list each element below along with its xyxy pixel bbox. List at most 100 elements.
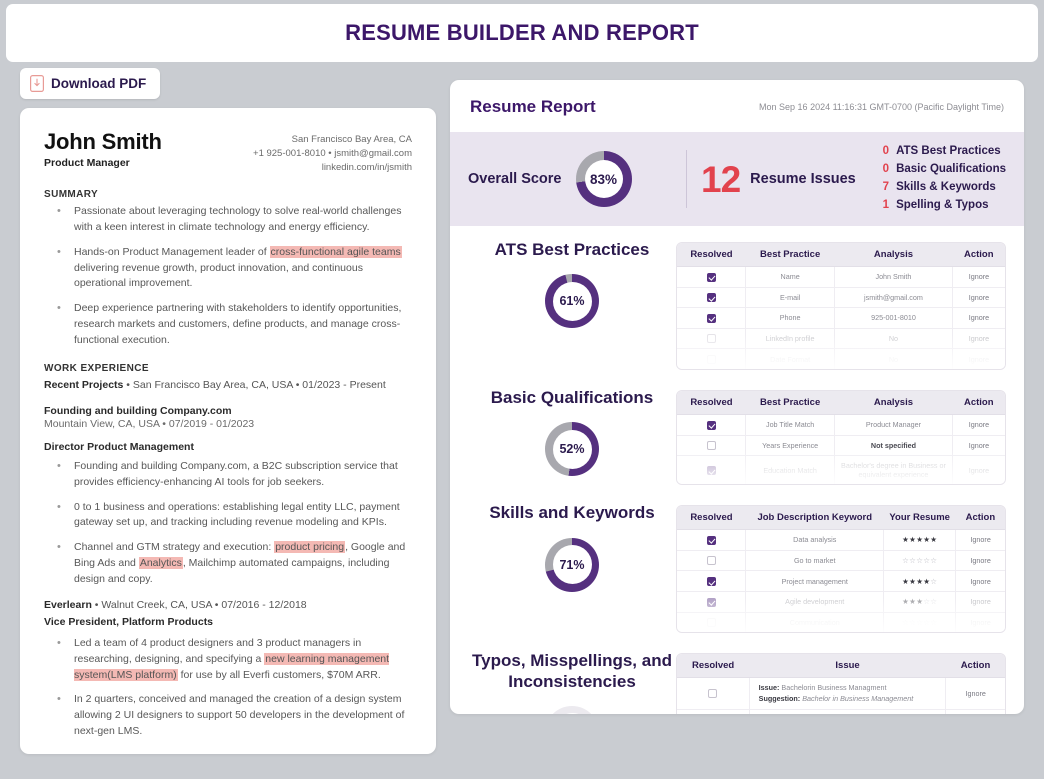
resume-header: John Smith Product Manager San Francisco… [44,130,412,174]
report-section: Basic Qualifications 52% Resolved Best Prac… [450,374,1024,489]
ignore-action[interactable]: Ignore [952,328,1005,350]
score-value: 71% [559,557,585,572]
resolved-checkbox[interactable] [706,420,716,430]
resolved-checkbox[interactable] [706,354,716,364]
table-row: Name John Smith Ignore [677,266,1005,288]
keyword-cell: Agile development [745,591,885,613]
resolved-cell[interactable] [677,287,747,309]
resolved-cell[interactable] [677,612,747,633]
resolved-cell[interactable] [677,455,747,485]
resolved-checkbox[interactable] [706,535,716,545]
table-row: Communication ☆☆☆☆☆ Ignore [677,612,1005,633]
resolved-checkbox[interactable] [706,293,716,303]
table-row: E-mail jsmith@gmail.com Ignore [677,287,1005,309]
issues-label: Resume Issues [750,171,856,187]
table-row: Job Title Match Product Manager Ignore [677,414,1005,436]
resolved-checkbox[interactable] [708,689,718,699]
ignore-action[interactable]: Ignore [955,570,1005,592]
table-column-header: Analysis [834,243,953,267]
ignore-action[interactable]: Ignore [953,349,1006,369]
star-empty: ☆ [930,597,938,607]
practice-cell: Job Title Match [745,414,835,436]
issue-breakdown-list: 0 ATS Best Practices 0 Basic Qualifications… [881,143,1006,214]
resolved-cell[interactable] [677,677,750,710]
ignore-action[interactable]: Ignore [952,435,1005,457]
resolved-cell[interactable] [677,709,750,714]
keyword-cell: Communication [745,612,885,633]
analysis-cell: Not specified [834,435,954,457]
issue-breakdown-row: 1 Spelling & Typos [881,197,1006,215]
contact-location: San Francisco Bay Area, CA [291,134,412,145]
star-rating: ★★★★★ [902,535,937,544]
resolved-checkbox[interactable] [706,465,716,475]
issue-breakdown-label: Basic Qualifications [896,163,1006,176]
resolved-checkbox[interactable] [706,576,716,586]
resolved-checkbox[interactable] [706,597,716,607]
issue-breakdown-label: Skills & Keywords [896,181,996,193]
section-table: Resolved Best Practice Analysis Action Job T… [677,390,1006,485]
table-row: Phone 925-001-8010 Ignore [677,307,1005,329]
resolved-checkbox[interactable] [706,272,716,282]
candidate-contact: San Francisco Bay Area, CA +1 925-001-80… [253,130,412,174]
ignore-action[interactable]: Ignore [955,591,1005,613]
section-heading: Basic Qualifications [490,387,654,407]
table-column-header: Action [952,390,1005,415]
highlighted-phrase: Analytics [138,556,183,569]
section-table: Resolved Job Description Keyword Your Resu… [677,506,1005,633]
practice-cell: Years Experience [745,435,835,457]
analysis-cell: No [834,328,954,350]
ignore-action[interactable]: Ignore [955,529,1005,551]
ignore-action[interactable]: Ignore [953,456,1006,484]
table-row: Go to market ☆☆☆☆☆ Ignore [677,550,1005,572]
practice-cell: Education Match [745,455,835,485]
app-root: RESUME BUILDER AND REPORT Download PDF J… [0,0,1044,779]
highlighted-phrase: new learning management system(LMS platf… [74,652,390,681]
table-column-header: Issue [749,654,946,679]
resolved-cell[interactable] [677,591,747,613]
ignore-action[interactable]: Ignore [945,677,1005,710]
resolved-cell[interactable] [677,570,747,592]
table-column-header: Action [952,243,1005,267]
resolved-checkbox[interactable] [706,313,716,323]
job1-role: Director Product Management [44,441,194,454]
score-donut: 71% [545,537,599,592]
ignore-action[interactable]: Ignore [945,709,1005,714]
main-body: Download PDF John Smith Product Manager … [6,62,1038,774]
resolved-checkbox[interactable] [706,441,716,451]
ignore-action[interactable]: Ignore [956,612,1005,632]
ignore-action[interactable]: Ignore [952,266,1005,288]
table-column-header: Action [945,654,1005,679]
ignore-action[interactable]: Ignore [952,414,1005,436]
star-rating: ☆☆☆☆☆ [902,618,937,627]
resolved-cell[interactable] [677,266,747,288]
resolved-cell[interactable] [677,529,747,551]
resume-match-cell: ★★★☆☆ [883,591,957,613]
table-column-header: Job Description Keyword [745,506,884,531]
ignore-action[interactable]: Ignore [952,287,1005,309]
resume-bullet: Channel and GTM strategy and execution: … [48,539,412,587]
resolved-cell[interactable] [677,414,747,436]
highlighted-phrase: cross-functional agile teams [269,245,402,258]
ignore-action[interactable]: Ignore [952,307,1005,329]
resolved-cell[interactable] [677,435,747,457]
ignore-action[interactable]: Ignore [955,550,1005,572]
pdf-file-icon [30,75,44,92]
section-table-wrapper: Resolved Job Description Keyword Your Resu… [676,505,1006,634]
issue-breakdown-row: 7 Skills & Keywords [881,179,1006,197]
resolved-cell[interactable] [677,307,747,329]
practice-cell: LinkedIn profile [745,328,835,350]
report-title: Resume Report [470,97,596,116]
resolved-checkbox[interactable] [706,556,716,566]
report-section: Typos, Misspellings, and Inconsistencies… [450,637,1024,714]
resolved-checkbox[interactable] [706,334,716,344]
report-column: Resume Report Mon Sep 16 2024 11:16:31 G… [450,80,1024,714]
download-pdf-button[interactable]: Download PDF [20,68,161,99]
resolved-checkbox[interactable] [706,618,716,628]
analysis-cell: John Smith [834,266,954,288]
resolved-cell[interactable] [677,328,747,350]
table-header-row: Resolved Best Practice Analysis Action [677,390,1005,415]
table-row: Agile development ★★★☆☆ Ignore [677,591,1005,613]
resolved-cell[interactable] [677,348,747,369]
candidate-role: Product Manager [44,157,130,170]
resolved-cell[interactable] [677,550,747,572]
